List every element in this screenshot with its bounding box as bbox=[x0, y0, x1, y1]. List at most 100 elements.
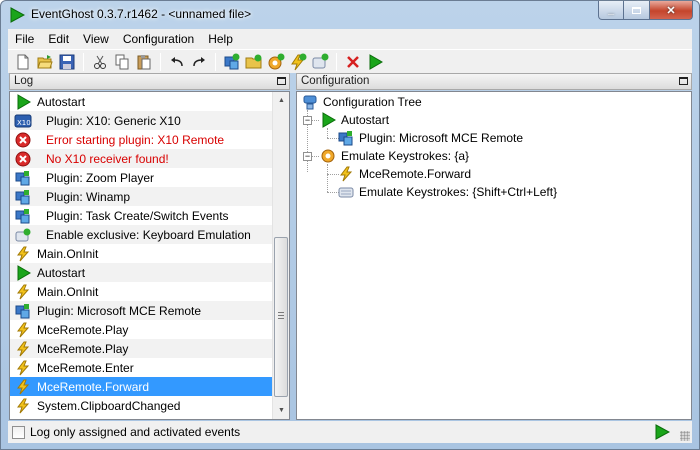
log-list: Autostart X10 Plugin: X10: Generic X10 Erro… bbox=[10, 92, 273, 415]
log-row[interactable]: Main.OnInit bbox=[10, 282, 273, 301]
tree-item-macro[interactable]: Emulate Keystrokes: {a} bbox=[319, 147, 469, 165]
scrollbar-thumb[interactable] bbox=[274, 237, 288, 397]
log-row-text: MceRemote.Play bbox=[37, 322, 129, 337]
log-row[interactable]: X10 Plugin: X10: Generic X10 bbox=[10, 111, 273, 130]
log-row[interactable]: Autostart bbox=[10, 263, 273, 282]
scroll-down-arrow-icon[interactable]: ▼ bbox=[273, 402, 289, 419]
minimize-button[interactable]: _ bbox=[598, 1, 624, 20]
minimize-icon: _ bbox=[607, 4, 615, 16]
resize-grip-icon[interactable] bbox=[680, 431, 690, 441]
log-row-text: Main.OnInit bbox=[37, 246, 99, 261]
scroll-up-arrow-icon[interactable]: ▲ bbox=[273, 92, 289, 109]
tree-item-label: Plugin: Microsoft MCE Remote bbox=[359, 131, 524, 145]
lightning-icon bbox=[14, 321, 32, 339]
log-only-assigned-label[interactable]: Log only assigned and activated events bbox=[30, 425, 240, 439]
toolbar-separator bbox=[160, 52, 161, 71]
menu-help[interactable]: Help bbox=[201, 29, 240, 49]
title-bar[interactable]: EventGhost 0.3.7.r1462 - <unnamed file> … bbox=[1, 1, 699, 29]
log-row[interactable]: MceRemote.Play bbox=[10, 339, 273, 358]
menu-configuration[interactable]: Configuration bbox=[116, 29, 201, 49]
add-action-button[interactable] bbox=[309, 51, 331, 73]
plugin-icon bbox=[14, 188, 32, 206]
add-event-button[interactable] bbox=[287, 51, 309, 73]
collapse-macro-toggle[interactable]: − bbox=[303, 152, 312, 161]
tree-item-label: Emulate Keystrokes: {a} bbox=[341, 149, 470, 163]
menu-view[interactable]: View bbox=[76, 29, 116, 49]
close-icon: ✕ bbox=[666, 4, 676, 17]
copy-button[interactable] bbox=[111, 51, 133, 73]
tree-root[interactable]: Configuration Tree bbox=[301, 93, 422, 111]
new-file-button[interactable] bbox=[12, 51, 34, 73]
log-row[interactable]: MceRemote.Enter bbox=[10, 358, 273, 377]
log-row-text: Error starting plugin: X10 Remote bbox=[46, 132, 225, 147]
log-row-text: MceRemote.Play bbox=[37, 341, 129, 356]
log-row[interactable]: Autostart bbox=[10, 92, 273, 111]
log-row[interactable]: Plugin: Microsoft MCE Remote bbox=[10, 301, 273, 320]
toolbar-separator bbox=[215, 52, 216, 71]
open-file-button[interactable] bbox=[34, 51, 56, 73]
play-icon bbox=[655, 424, 671, 440]
pane-maximize-icon[interactable] bbox=[277, 77, 286, 85]
log-row[interactable]: MceRemote.Play bbox=[10, 320, 273, 339]
undo-arrow-icon bbox=[171, 56, 183, 66]
add-plugin-icon bbox=[224, 53, 240, 69]
collapse-autostart-toggle[interactable]: − bbox=[303, 116, 312, 125]
log-row-text: Plugin: Winamp bbox=[46, 189, 131, 204]
status-bar: Log only assigned and activated events bbox=[8, 421, 692, 443]
log-row-text: Autostart bbox=[37, 94, 86, 109]
tree-item-autostart[interactable]: Autostart bbox=[319, 111, 389, 129]
execute-button[interactable] bbox=[364, 51, 386, 73]
copy-icon bbox=[115, 54, 129, 69]
log-row-text: Plugin: X10: Generic X10 bbox=[46, 113, 181, 128]
log-row[interactable]: Plugin: Winamp bbox=[10, 187, 273, 206]
menu-edit[interactable]: Edit bbox=[41, 29, 76, 49]
log-only-assigned-checkbox[interactable] bbox=[12, 425, 25, 439]
menu-bar: File Edit View Configuration Help bbox=[8, 29, 692, 49]
log-row-text: Plugin: Task Create/Switch Events bbox=[46, 208, 229, 223]
log-row-text: Main.OnInit bbox=[37, 284, 99, 299]
keyboard-plugin-icon bbox=[14, 226, 32, 244]
undo-button[interactable] bbox=[166, 51, 188, 73]
close-button[interactable]: ✕ bbox=[650, 1, 693, 20]
toolbar-separator bbox=[83, 52, 84, 71]
tree-item-plugin-mce[interactable]: Plugin: Microsoft MCE Remote bbox=[337, 129, 523, 147]
svg-text:X10: X10 bbox=[17, 119, 31, 127]
menu-file[interactable]: File bbox=[8, 29, 41, 49]
toolbar-separator bbox=[336, 52, 337, 71]
paste-button[interactable] bbox=[133, 51, 155, 73]
tree-item-label: MceRemote.Forward bbox=[359, 167, 472, 181]
log-scrollbar[interactable]: ▲ ▼ bbox=[272, 92, 289, 419]
pane-maximize-icon[interactable] bbox=[679, 77, 688, 85]
log-row[interactable]: MceRemote.Forward bbox=[10, 377, 273, 396]
log-row[interactable]: Plugin: Task Create/Switch Events bbox=[10, 206, 273, 225]
lightning-icon bbox=[14, 359, 32, 377]
log-header-title: Log bbox=[14, 75, 34, 87]
log-row[interactable]: Error starting plugin: X10 Remote bbox=[10, 130, 273, 149]
save-file-button[interactable] bbox=[56, 51, 78, 73]
add-plugin-button[interactable] bbox=[221, 51, 243, 73]
macro-gear-icon bbox=[319, 147, 337, 165]
cut-button[interactable] bbox=[89, 51, 111, 73]
tree-item-action[interactable]: Emulate Keystrokes: {Shift+Ctrl+Left} bbox=[337, 183, 557, 201]
tree-item-event[interactable]: MceRemote.Forward bbox=[337, 165, 471, 183]
log-row[interactable]: System.ClipboardChanged bbox=[10, 396, 273, 415]
log-row[interactable]: Main.OnInit bbox=[10, 244, 273, 263]
log-pane: Autostart X10 Plugin: X10: Generic X10 Erro… bbox=[9, 91, 290, 420]
redo-button[interactable] bbox=[188, 51, 210, 73]
x10-plugin-icon: X10 bbox=[14, 112, 32, 130]
disable-button[interactable] bbox=[342, 51, 364, 73]
add-event-icon bbox=[291, 53, 307, 70]
execute-status-button[interactable] bbox=[654, 424, 671, 443]
lightning-icon bbox=[14, 283, 32, 301]
add-macro-button[interactable] bbox=[265, 51, 287, 73]
log-row[interactable]: Enable exclusive: Keyboard Emulation bbox=[10, 225, 273, 244]
save-disk-icon bbox=[59, 54, 75, 69]
log-row-text: Plugin: Zoom Player bbox=[46, 170, 155, 185]
log-row[interactable]: No X10 receiver found! bbox=[10, 149, 273, 168]
add-folder-button[interactable] bbox=[243, 51, 265, 73]
add-action-icon bbox=[312, 53, 329, 68]
maximize-button[interactable] bbox=[624, 1, 650, 20]
config-header-title: Configuration bbox=[301, 75, 370, 87]
log-row[interactable]: Plugin: Zoom Player bbox=[10, 168, 273, 187]
paste-clipboard-icon bbox=[137, 54, 151, 69]
